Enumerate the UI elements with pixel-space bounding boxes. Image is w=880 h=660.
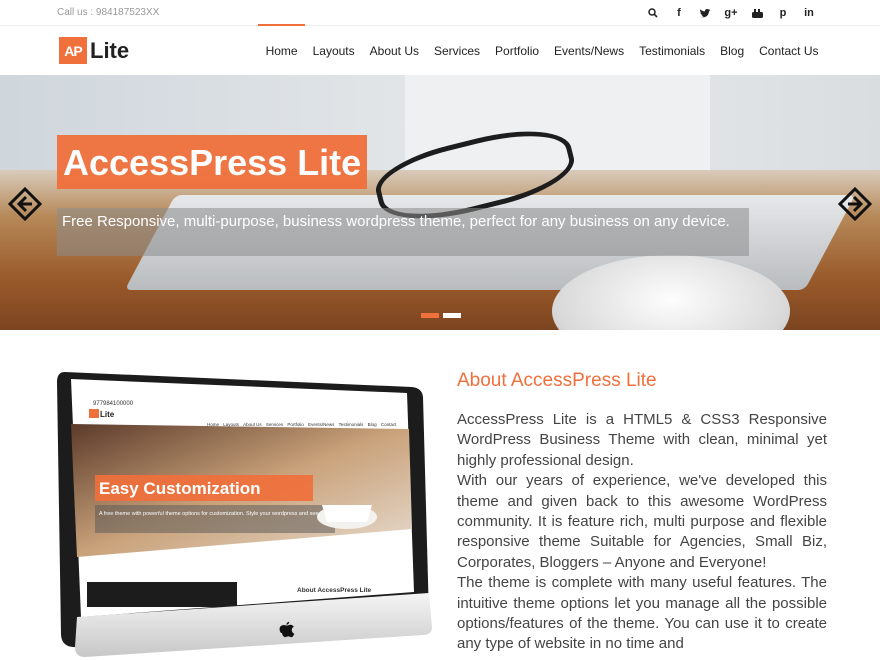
monitor-nav-item: Contact	[381, 422, 397, 427]
monitor-nav-item: Events/News	[308, 422, 335, 427]
nav-layouts[interactable]: Layouts	[305, 26, 362, 75]
nav-contact-us[interactable]: Contact Us	[752, 26, 826, 75]
monitor-nav-item: Blog	[368, 422, 378, 427]
about-paragraph: AccessPress Lite is a HTML5 & CSS3 Respo…	[457, 411, 827, 469]
logo-text: Lite	[90, 37, 130, 63]
monitor-phone-text: 977984100000	[93, 401, 134, 407]
logo-mark: AP	[59, 37, 87, 64]
nav-portfolio[interactable]: Portfolio	[488, 26, 547, 75]
nav-events-news[interactable]: Events/News	[547, 26, 632, 75]
slider-prev-arrow-icon[interactable]	[8, 187, 42, 221]
slider-pager	[421, 313, 461, 318]
twitter-icon[interactable]	[692, 5, 718, 21]
nav-testimonials[interactable]: Testimonials	[632, 26, 713, 75]
svg-text:Home Layouts About: Home Layouts About Us Services Portfolio…	[207, 422, 397, 427]
youtube-icon[interactable]	[744, 5, 770, 21]
monitor-nav-item: About Us	[243, 422, 262, 427]
monitor-nav-item: Home	[207, 422, 220, 427]
monitor-mockup-image: 977984100000 Lite Home Layouts About Us …	[57, 372, 432, 657]
linkedin-icon[interactable]: in	[796, 5, 822, 21]
about-paragraph: With our years of experience, we've deve…	[457, 472, 827, 571]
pinterest-icon[interactable]: p	[770, 5, 796, 21]
slide-title: AccessPress Lite	[57, 135, 368, 189]
nav-about-us[interactable]: About Us	[362, 26, 426, 75]
hero-slider: AccessPress Lite Free Responsive, multi-…	[0, 75, 880, 330]
about-section: 977984100000 Lite Home Layouts About Us …	[0, 330, 880, 660]
monitor-logo-text: Lite	[100, 410, 115, 419]
social-icons: f g+ p in	[640, 5, 822, 21]
about-text: AccessPress Lite is a HTML5 & CSS3 Respo…	[457, 410, 827, 655]
about-title: About AccessPress Lite	[457, 370, 657, 391]
slider-next-arrow-icon[interactable]	[838, 187, 872, 221]
search-icon[interactable]	[640, 5, 666, 21]
monitor-nav-item: Services	[266, 422, 284, 427]
site-header: AP Lite Home Layouts About Us Services P…	[0, 24, 880, 75]
monitor-about-title: About AccessPress Lite	[297, 587, 372, 594]
about-paragraph: The theme is complete with many useful f…	[457, 574, 827, 653]
monitor-slide-title: Easy Customization	[99, 479, 261, 498]
slider-dot[interactable]	[443, 313, 461, 318]
nav-services[interactable]: Services	[427, 26, 488, 75]
monitor-nav-item: Layouts	[223, 422, 240, 427]
slide-subtitle: Free Responsive, multi-purpose, business…	[57, 208, 749, 256]
nav-home[interactable]: Home	[258, 24, 306, 75]
monitor-nav-item: Testimonials	[339, 422, 365, 427]
main-nav: Home Layouts About Us Services Portfolio…	[258, 24, 826, 75]
google-plus-icon[interactable]: g+	[718, 5, 744, 21]
site-logo[interactable]: AP Lite	[59, 37, 129, 64]
facebook-icon[interactable]: f	[666, 5, 692, 21]
monitor-nav-item: Portfolio	[287, 422, 304, 427]
slider-dot[interactable]	[421, 313, 439, 318]
nav-blog[interactable]: Blog	[713, 26, 752, 75]
monitor-slide-subtitle: A free theme with powerful theme options…	[99, 511, 353, 517]
top-bar: Call us : 984187523XX f g+ p in	[0, 0, 880, 26]
call-us-text: Call us : 984187523XX	[57, 7, 160, 18]
